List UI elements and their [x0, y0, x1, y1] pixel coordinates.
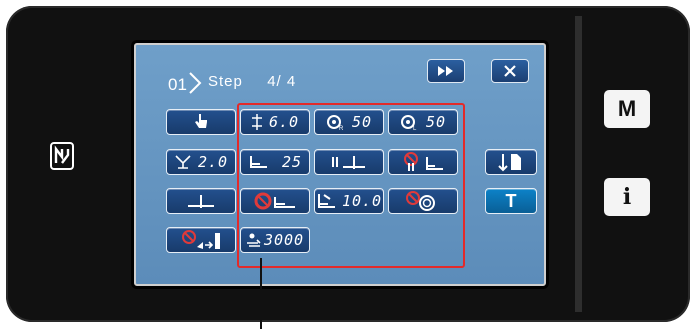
control-panel-device: 01 Step 4/ 4 6.0 R 50 L 50 2.0 25 10.0 T… [6, 6, 690, 322]
step-total: 4 [286, 73, 297, 90]
left-bezel [8, 6, 118, 322]
thread-trim-button[interactable] [485, 149, 537, 175]
hand-pointer-icon [193, 113, 209, 131]
step-number-icon: 01 [166, 69, 206, 97]
touch-screen: 01 Step 4/ 4 6.0 R 50 L 50 2.0 25 10.0 T… [134, 43, 546, 286]
touch-select-button[interactable] [166, 109, 236, 135]
next-step-button[interactable] [427, 59, 465, 83]
info-button[interactable]: i [604, 178, 650, 216]
nfc-icon [50, 142, 74, 170]
no-feed-button[interactable] [166, 227, 236, 253]
step-current: 4 [267, 73, 277, 90]
close-button[interactable] [491, 59, 529, 83]
step-indicator: Step 4/ 4 [208, 73, 297, 90]
t-mode-button[interactable]: T [485, 188, 537, 214]
highlight-frame [237, 103, 465, 268]
presser-height-value: 2.0 [197, 153, 229, 171]
t-label: T [505, 190, 517, 211]
svg-text:01: 01 [168, 75, 187, 94]
step-label: Step [208, 73, 243, 90]
presser-height-button[interactable]: 2.0 [166, 149, 236, 175]
m-button[interactable]: M [604, 90, 650, 128]
callout-line [260, 258, 262, 329]
reverse-stitch-icon [186, 193, 216, 209]
fast-forward-icon [437, 65, 455, 77]
reverse-stitch-button[interactable] [166, 188, 236, 214]
presser-foot-icon [174, 155, 192, 169]
prohibit-feed-icon [179, 229, 223, 251]
close-icon [504, 65, 516, 77]
info-label: i [622, 184, 632, 210]
bezel-divider [575, 16, 582, 312]
m-label: M [617, 96, 637, 121]
thread-trim-icon [497, 152, 525, 172]
